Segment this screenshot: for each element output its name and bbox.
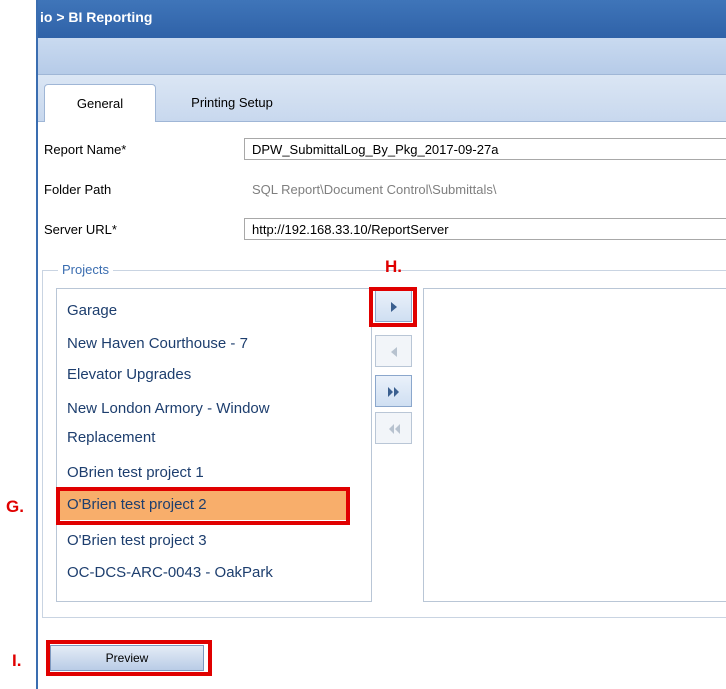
tab-printing-setup-label: Printing Setup: [191, 95, 273, 110]
tab-general-label: General: [76, 96, 124, 111]
double-right-arrow-icon: [388, 387, 399, 397]
toolbar-area: [38, 38, 726, 75]
server-url-value: http://192.168.33.10/ReportServer: [252, 222, 449, 237]
list-item[interactable]: Replacement: [57, 427, 347, 449]
window-title-bar: io > BI Reporting: [38, 0, 726, 38]
list-item[interactable]: New Haven Courthouse - 7: [57, 333, 347, 355]
list-item-partial-bottom[interactable]: [57, 587, 347, 601]
folder-path-label: Folder Path: [44, 182, 112, 197]
double-left-arrow-icon: [389, 424, 400, 434]
highlight-move-right: [369, 287, 417, 327]
move-all-right-button[interactable]: [375, 375, 412, 407]
annotation-h: H.: [385, 257, 402, 276]
annotation-i: I.: [12, 651, 22, 670]
list-item[interactable]: Garage: [57, 300, 347, 322]
tab-strip: General Printing Setup: [38, 75, 726, 122]
server-url-input[interactable]: http://192.168.33.10/ReportServer: [244, 218, 726, 240]
report-name-label: Report Name*: [44, 142, 127, 157]
annotation-g: G.: [6, 497, 24, 516]
report-name-input[interactable]: DPW_SubmittalLog_By_Pkg_2017-09-27a: [244, 138, 726, 160]
window-title: io > BI Reporting: [40, 9, 153, 25]
folder-path-value: SQL Report\Document Control\Submittals\: [252, 182, 497, 197]
move-left-button[interactable]: [375, 335, 412, 367]
list-item[interactable]: O'Brien test project 3: [57, 530, 347, 552]
single-left-arrow-icon: [391, 347, 397, 357]
highlight-selected-project: [56, 487, 350, 525]
report-name-value: DPW_SubmittalLog_By_Pkg_2017-09-27a: [252, 142, 499, 157]
selected-projects-list[interactable]: [423, 288, 726, 602]
tab-printing-setup[interactable]: Printing Setup: [176, 84, 288, 121]
list-item[interactable]: OBrien test project 1: [57, 462, 347, 484]
available-projects-list[interactable]: Garage New Haven Courthouse - 7 Elevator…: [56, 288, 372, 602]
list-item[interactable]: Elevator Upgrades: [57, 364, 347, 386]
move-all-left-button[interactable]: [375, 412, 412, 444]
projects-legend: Projects: [58, 262, 113, 277]
list-item[interactable]: OC-DCS-ARC-0043 - OakPark: [57, 562, 347, 584]
server-url-label: Server URL*: [44, 222, 117, 237]
tab-general[interactable]: General: [44, 84, 156, 122]
highlight-preview-button: [46, 640, 212, 676]
list-item[interactable]: New London Armory - Window: [57, 398, 347, 420]
